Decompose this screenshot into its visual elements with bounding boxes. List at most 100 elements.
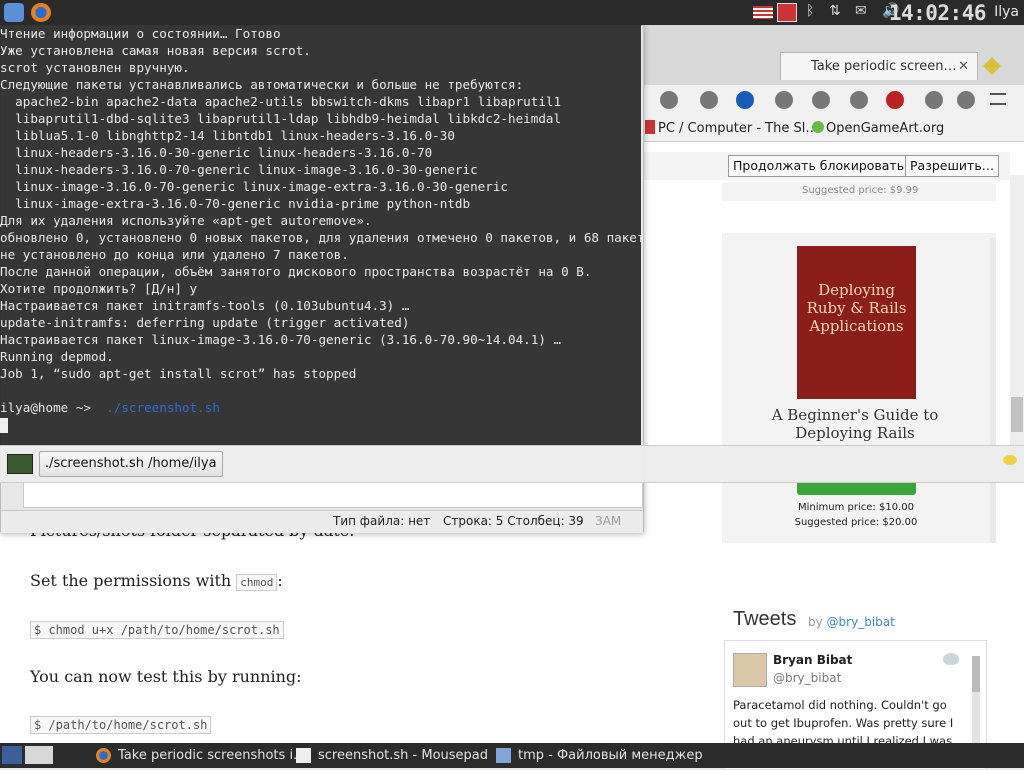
terminal-line: update-initramfs: deferring update (trig…	[0, 315, 410, 330]
home-icon[interactable]	[660, 91, 678, 109]
menu-icon[interactable]	[990, 93, 1006, 105]
bookmark-item[interactable]: OpenGameArt.org	[826, 121, 944, 136]
terminal-bar: ./screenshot.sh /home/ilya	[0, 445, 1024, 483]
task-label: Take periodic screenshots i…	[118, 748, 307, 763]
keyboard-layout-icon[interactable]	[753, 6, 773, 19]
show-desktop-icon[interactable]	[2, 746, 22, 764]
permissions-prefix: Set the permissions with	[30, 571, 232, 590]
terminal-line: Хотите продолжить? [Д/н] y	[0, 281, 198, 296]
status-mode: ЗАМ	[595, 514, 622, 528]
task-label: screenshot.sh - Mousepad	[318, 748, 489, 763]
sidebar-scrollbar[interactable]	[990, 238, 996, 543]
tab-close-icon[interactable]: ✕	[958, 53, 969, 80]
username[interactable]: Ilya	[994, 4, 1019, 20]
terminal-line: Настраивается пакет initramfs-tools (0.1…	[0, 298, 410, 313]
book-cover-title: Deploying Ruby & Rails Applications	[806, 281, 907, 335]
tweet-handle[interactable]: @bry_bibat	[773, 671, 841, 685]
app-menu-icon[interactable]	[4, 3, 24, 22]
terminal-line: linux-image-extra-3.16.0-70-generic nvid…	[0, 196, 471, 211]
keep-blocking-button[interactable]: Продолжать блокировать	[728, 155, 910, 177]
extension-icon[interactable]	[850, 91, 868, 109]
terminal-line: Running depmod.	[0, 349, 114, 364]
terminal-line: liblua5.1-0 libnghttp2-14 libntdb1 linux…	[0, 128, 455, 143]
terminal-cursor-line	[0, 416, 641, 433]
bookmark-favicon	[645, 120, 655, 134]
tweets-scroll-thumb[interactable]	[972, 656, 980, 692]
twitter-bird-icon	[943, 653, 959, 665]
network-icon[interactable]: ⇅	[829, 3, 849, 22]
terminal-line: После данной операции, объём занятого ди…	[0, 264, 592, 279]
page-scroll-thumb[interactable]	[1011, 397, 1023, 432]
terminal-window[interactable]: Чтение информации о состоянии… Готово Уже…	[0, 25, 641, 445]
suggested-price-top: Suggested price: $9.99	[802, 185, 919, 196]
task-firefox[interactable]: Take periodic screenshots i…	[96, 743, 306, 768]
avatar[interactable]	[733, 653, 767, 687]
book-cover[interactable]: Deploying Ruby & Rails Applications	[797, 246, 916, 399]
terminal-line: Для их удаления используйте «apt-get aut…	[0, 213, 372, 228]
bluetooth-icon[interactable]: ᛒ	[806, 3, 826, 22]
terminal-line: Следующие пакеты устанавливались автомат…	[0, 77, 524, 92]
terminal-line: не установлено до конца или удалено 7 па…	[0, 247, 349, 262]
task-mousepad[interactable]: screenshot.sh - Mousepad	[296, 743, 491, 768]
status-filetype[interactable]: Тип файла: нет	[333, 514, 430, 528]
record-icon[interactable]	[777, 3, 797, 22]
permissions-suffix: :	[277, 571, 283, 590]
notification-icon[interactable]	[1003, 455, 1017, 465]
book-subtitle[interactable]: A Beginner's Guide to Deploying Rails	[740, 406, 970, 442]
extension-icon[interactable]	[925, 91, 943, 109]
mail-icon[interactable]: ✉	[855, 3, 875, 22]
article-test-text: You can now test this by running:	[30, 667, 302, 686]
bookmark-favicon	[812, 121, 824, 133]
tab-take-periodic[interactable]: Take periodic screen… ✕	[780, 52, 978, 80]
minimum-price: Minimum price: $10.00	[798, 502, 914, 513]
tweets-by-label: by	[808, 615, 823, 629]
adblock-icon[interactable]	[886, 91, 904, 109]
terminal-line: apache2-bin apache2-data apache2-utils b…	[0, 94, 562, 109]
extension-icon[interactable]	[812, 91, 830, 109]
status-position: Строка: 5 Столбец: 39	[443, 514, 584, 528]
firefox-icon	[96, 748, 111, 763]
terminal-title-button[interactable]: ./screenshot.sh /home/ilya	[39, 451, 223, 477]
tweets-title: Tweets	[733, 608, 797, 630]
sidebar-top-strip: Suggested price: $9.99	[722, 183, 996, 201]
mousepad-statusbar: Тип файла: нет Строка: 5 Столбец: 39 ЗАМ	[1, 510, 643, 533]
bookmark-item[interactable]: PC / Computer - The Sl…	[658, 121, 818, 136]
article-permissions-text: Set the permissions with chmod:	[30, 571, 283, 591]
download-icon[interactable]	[736, 91, 754, 109]
terminal-line: linux-headers-3.16.0-30-generic linux-he…	[0, 145, 433, 160]
clock[interactable]: 14:02:46	[889, 1, 987, 25]
tweets-by: by @bry_bibat	[808, 615, 895, 629]
terminal-command: ./screenshot.sh	[106, 400, 220, 415]
terminal-line: linux-headers-3.16.0-70-generic linux-im…	[0, 162, 478, 177]
workspace-switcher[interactable]	[25, 746, 53, 764]
code-block-chmod: $ chmod u+x /path/to/home/scrot.sh	[30, 621, 284, 639]
tweet-author[interactable]: Bryan Bibat	[773, 653, 852, 667]
buy-button[interactable]	[797, 481, 916, 495]
allow-button[interactable]: Разрешить…	[905, 155, 1000, 177]
bookmark-icon[interactable]	[700, 91, 718, 109]
terminal-prompt: ilya@home ~>	[0, 400, 91, 415]
taskbar: Take periodic screenshots i… screenshot.…	[0, 743, 1024, 768]
page-scrollbar[interactable]	[1010, 175, 1024, 445]
code-block-run: $ /path/to/home/scrot.sh	[30, 716, 212, 734]
terminal-icon[interactable]	[7, 454, 33, 474]
task-file-manager[interactable]: tmp - Файловый менеджер	[496, 743, 706, 768]
terminal-line: Job 1, “sudo apt-get install scrot” has …	[0, 366, 357, 381]
text-editor-icon	[296, 748, 311, 763]
tab-label: Take periodic screen…	[811, 59, 957, 74]
extension-icon[interactable]	[957, 91, 975, 109]
terminal-line: libaprutil1-dbd-sqlite3 libaprutil1-ldap…	[0, 111, 562, 126]
terminal-line: Уже установлена самая новая версия scrot…	[0, 43, 311, 58]
puzzle-icon[interactable]	[983, 57, 1001, 75]
suggested-price: Suggested price: $20.00	[794, 517, 918, 528]
terminal-line: linux-image-3.16.0-70-generic linux-imag…	[0, 179, 508, 194]
terminal-line: scrot установлен вручную.	[0, 60, 190, 75]
terminal-line: Чтение информации о состоянии… Готово	[0, 26, 281, 41]
firefox-icon[interactable]	[31, 3, 51, 22]
tweets-handle-link[interactable]: @bry_bibat	[827, 615, 895, 629]
terminal-cursor	[0, 418, 8, 433]
top-panel: ᛒ ⇅ ✉ 🔊 14:02:46 Ilya	[0, 0, 1024, 25]
terminal-output: Чтение информации о состоянии… Готово Уже…	[0, 25, 641, 433]
extension-icon[interactable]	[775, 91, 793, 109]
